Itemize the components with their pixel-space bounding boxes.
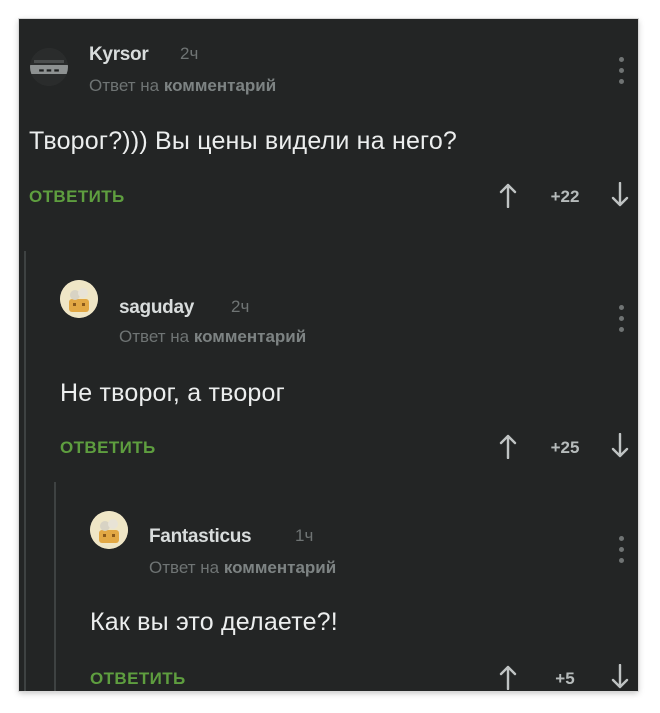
- timestamp: 2ч: [180, 44, 199, 63]
- arrow-up-icon[interactable]: [499, 182, 517, 209]
- arrow-up-icon[interactable]: [499, 664, 517, 691]
- default-cartoon-avatar-icon[interactable]: [90, 511, 128, 549]
- dark-photo-avatar-icon[interactable]: ▬ ▬ ▬: [30, 48, 68, 86]
- reply-to-link[interactable]: комментарий: [164, 76, 276, 95]
- reply-button[interactable]: ОТВЕТИТЬ: [29, 187, 125, 207]
- comment-fantasticus: Fantasticus 1ч Ответ на комментарий Как …: [19, 482, 638, 691]
- default-cartoon-avatar-icon[interactable]: [60, 280, 98, 318]
- arrow-down-icon[interactable]: [611, 663, 629, 690]
- reply-button[interactable]: ОТВЕТИТЬ: [60, 438, 156, 458]
- svg-text:▬ ▬ ▬: ▬ ▬ ▬: [39, 67, 60, 74]
- username[interactable]: Fantasticus: [149, 526, 252, 548]
- comment-kyrsor: ▬ ▬ ▬ Kyrsor 2ч Ответ на комментарий Тво…: [19, 19, 638, 244]
- arrow-up-icon[interactable]: [499, 433, 517, 460]
- score: +5: [555, 669, 575, 688]
- arrow-down-icon[interactable]: [611, 432, 629, 459]
- thread-line: [54, 482, 56, 691]
- timestamp: 2ч: [231, 297, 250, 316]
- reply-to-line: Ответ на комментарий: [119, 327, 306, 347]
- comment-text: Как вы это делаете?!: [90, 608, 338, 636]
- reply-to-link[interactable]: комментарий: [224, 558, 336, 577]
- reply-to-prefix: Ответ на: [119, 327, 190, 346]
- vertical-dots-icon[interactable]: [617, 536, 625, 568]
- reply-button[interactable]: ОТВЕТИТЬ: [90, 669, 186, 689]
- comment-text: Не творог, а творог: [60, 379, 285, 407]
- reply-to-prefix: Ответ на: [149, 558, 220, 577]
- arrow-down-icon[interactable]: [611, 181, 629, 208]
- comments-screen: ▬ ▬ ▬ Kyrsor 2ч Ответ на комментарий Тво…: [19, 19, 638, 691]
- timestamp: 1ч: [295, 526, 314, 545]
- reply-to-link[interactable]: комментарий: [194, 327, 306, 346]
- vertical-dots-icon[interactable]: [617, 57, 625, 89]
- reply-to-line: Ответ на комментарий: [89, 76, 276, 96]
- username[interactable]: saguday: [119, 297, 194, 319]
- vertical-dots-icon[interactable]: [617, 305, 625, 337]
- score: +22: [550, 187, 580, 206]
- reply-to-line: Ответ на комментарий: [149, 558, 336, 578]
- score: +25: [550, 438, 580, 457]
- comment-text: Творог?))) Вы цены видели на него?: [29, 127, 458, 155]
- username[interactable]: Kyrsor: [89, 44, 149, 66]
- reply-to-prefix: Ответ на: [89, 76, 160, 95]
